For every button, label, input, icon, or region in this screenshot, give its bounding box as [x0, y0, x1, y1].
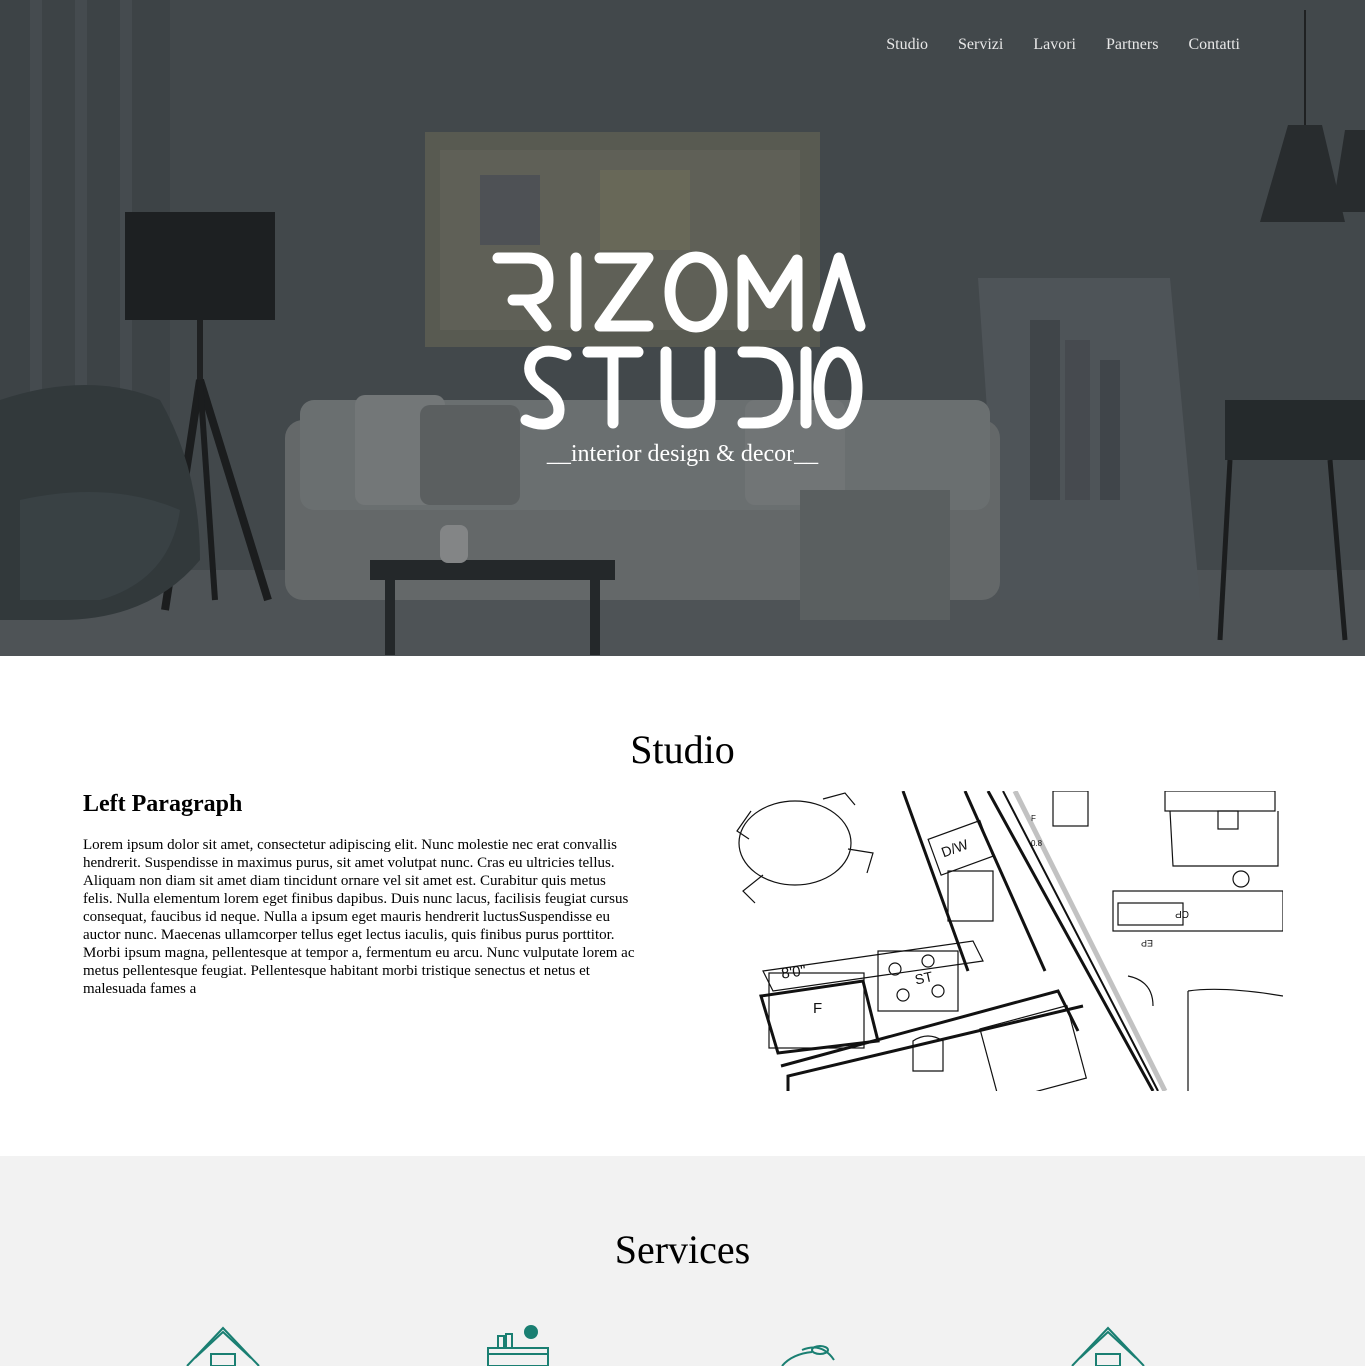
plan-label-ep: EP [1141, 938, 1153, 948]
floor-plan-image: D/W 8'0" F ST CP EP F 0.8 [736, 791, 1283, 1091]
rizoma-studio-logo [492, 251, 866, 430]
nav-link-contatti[interactable]: Contatti [1188, 36, 1240, 54]
desk-icon [487, 1325, 549, 1366]
house-tools-icon [186, 1326, 260, 1366]
plan-label-dim: 8'0" [780, 962, 807, 982]
services-section: Services [0, 1156, 1365, 1366]
lamp-icon [781, 1345, 835, 1366]
studio-title: Studio [630, 727, 735, 772]
plan-label-cp: CP [1175, 908, 1189, 919]
nav-link-studio[interactable]: Studio [886, 36, 928, 54]
plan-label-dim2: 0.8 [1031, 839, 1043, 848]
studio-section: Studio Left Paragraph Lorem ipsum dolor … [0, 656, 1365, 1156]
plan-label-dw: D/W [939, 836, 971, 861]
studio-paragraph: Lorem ipsum dolor sit amet, consectetur … [83, 837, 635, 997]
house-tools-icon [1071, 1326, 1145, 1366]
nav-link-lavori[interactable]: Lavori [1033, 36, 1076, 54]
hero-banner: Studio Servizi Lavori Partners Contatti [0, 0, 1365, 656]
nav-link-partners[interactable]: Partners [1106, 36, 1158, 54]
hero-tagline: __interior design & decor__ [546, 441, 819, 467]
plan-label-fridge: F [813, 1000, 822, 1017]
main-nav: Studio Servizi Lavori Partners Contatti [886, 36, 1240, 54]
studio-subtitle: Left Paragraph [83, 791, 243, 817]
services-title: Services [614, 1227, 751, 1272]
nav-link-servizi[interactable]: Servizi [958, 36, 1003, 54]
plan-label-f-small: F [1031, 814, 1036, 823]
plan-label-stove: ST [913, 968, 934, 987]
